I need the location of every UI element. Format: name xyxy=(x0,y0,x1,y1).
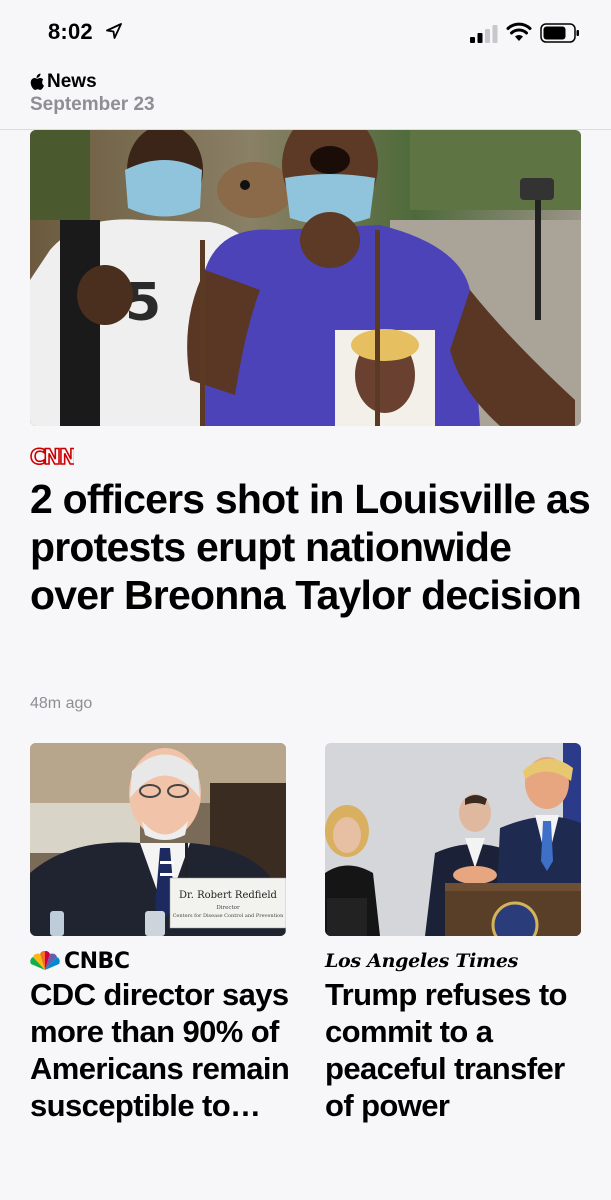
hero-article-image[interactable]: 5 xyxy=(30,130,581,426)
wifi-icon xyxy=(506,22,532,41)
apple-logo-icon xyxy=(30,73,44,90)
header-date: September 23 xyxy=(30,94,155,115)
cnbc-peacock-icon xyxy=(30,951,60,970)
latimes-logo-text: Los Angeles Times xyxy=(325,950,519,972)
status-bar: 8:02 xyxy=(0,0,611,66)
latimes-source[interactable]: Los Angeles Times xyxy=(325,949,518,973)
apple-news-logo[interactable]: News xyxy=(30,70,590,94)
battery-icon xyxy=(540,23,579,43)
hero-timestamp: 48m ago xyxy=(30,695,93,712)
cnbc-caption-org: Centers for Disease Control and Preventi… xyxy=(173,913,285,919)
latimes-article-image[interactable] xyxy=(325,743,581,936)
cnbc-logo-text: CNBC xyxy=(64,948,130,974)
location-arrow-icon xyxy=(106,23,122,39)
latimes-headline[interactable]: Trump refuses to commit to a peaceful tr… xyxy=(325,976,587,1124)
cnn-logo[interactable]: CNN xyxy=(30,445,74,467)
svg-text:CNN: CNN xyxy=(30,445,74,467)
status-time: 8:02 xyxy=(48,19,93,44)
cnbc-headline[interactable]: CDC director says more than 90% of Ameri… xyxy=(30,976,292,1124)
cnbc-caption-role: Director xyxy=(216,905,240,911)
hero-headline[interactable]: 2 officers shot in Louisville as protest… xyxy=(30,475,591,619)
news-header: News September 23 xyxy=(30,70,590,118)
cnbc-caption-name: Dr. Robert Redfield xyxy=(179,890,278,901)
cnbc-article-image[interactable]: Dr. Robert Redfield Director Centers for… xyxy=(30,743,286,936)
app-name: News xyxy=(47,71,97,92)
cnbc-source[interactable]: CNBC xyxy=(30,948,130,974)
cellular-signal-icon xyxy=(470,25,498,43)
